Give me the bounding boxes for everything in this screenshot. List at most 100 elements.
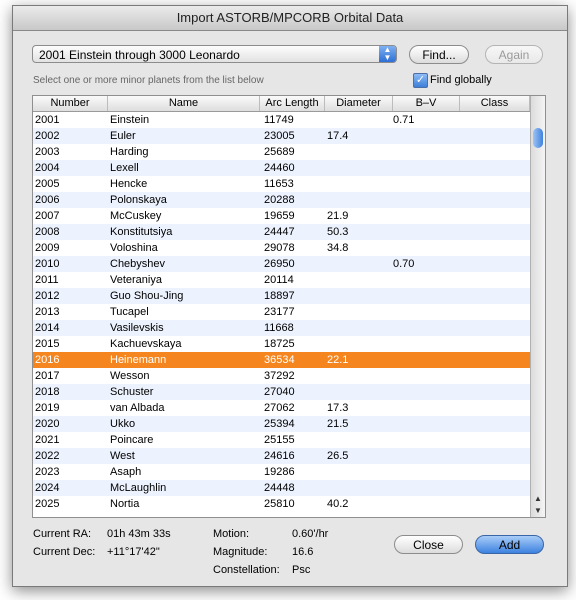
cell-arc-length: 25810: [264, 498, 295, 510]
table-row[interactable]: 2016 Heinemann 36534 22.1: [33, 352, 530, 368]
find-globally-checkbox[interactable]: ✓: [413, 73, 428, 88]
table-row[interactable]: 2017 Wesson 37292: [33, 368, 530, 384]
column-header-bv[interactable]: B–V: [393, 96, 460, 111]
cell-number: 2018: [35, 386, 60, 398]
cell-name: Lexell: [110, 162, 139, 174]
magnitude-label: Magnitude:: [213, 546, 268, 558]
constellation-label: Constellation:: [213, 564, 280, 576]
cell-number: 2025: [35, 498, 60, 510]
cell-arc-length: 23177: [264, 306, 295, 318]
table-row[interactable]: 2007 McCuskey 19659 21.9: [33, 208, 530, 224]
ra-value: 01h 43m 33s: [107, 528, 171, 540]
cell-number: 2004: [35, 162, 60, 174]
cell-number: 2016: [35, 354, 60, 366]
cell-arc-length: 18725: [264, 338, 295, 350]
cell-arc-length: 19286: [264, 466, 295, 478]
cell-name: Asaph: [110, 466, 142, 478]
cell-arc-length: 20114: [264, 274, 294, 286]
cell-diameter: 21.5: [327, 418, 349, 430]
table-row[interactable]: 2006 Polonskaya 20288: [33, 192, 530, 208]
column-header-diameter[interactable]: Diameter: [325, 96, 393, 111]
cell-arc-length: 24447: [264, 226, 295, 238]
table-row[interactable]: 2023 Asaph 19286: [33, 464, 530, 480]
cell-diameter: 17.3: [327, 402, 349, 414]
popup-arrows-icon: ▲ ▼: [379, 46, 396, 62]
table-row[interactable]: 2001 Einstein 11749 0.71: [33, 112, 530, 128]
table-row[interactable]: 2019 van Albada 27062 17.3: [33, 400, 530, 416]
column-header-class[interactable]: Class: [460, 96, 530, 111]
table-row[interactable]: 2002 Euler 23005 17.4: [33, 128, 530, 144]
constellation-value: Psc: [292, 564, 311, 576]
ra-label: Current RA:: [33, 528, 92, 540]
cell-number: 2014: [35, 322, 60, 334]
cell-diameter: 17.4: [327, 130, 349, 142]
table-row[interactable]: 2025 Nortia 25810 40.2: [33, 496, 530, 512]
cell-name: Einstein: [110, 114, 150, 126]
cell-number: 2024: [35, 482, 60, 494]
minor-planet-table[interactable]: Number Name Arc Length Diameter B–V Clas…: [32, 95, 546, 518]
cell-number: 2002: [35, 130, 60, 142]
cell-number: 2008: [35, 226, 60, 238]
column-header-name[interactable]: Name: [108, 96, 260, 111]
find-globally-label[interactable]: Find globally: [430, 74, 492, 86]
cell-bv: 0.71: [393, 114, 415, 126]
range-popup-value: 2001 Einstein through 3000 Leonardo: [39, 48, 240, 62]
cell-arc-length: 36534: [264, 354, 295, 366]
cell-name: van Albada: [110, 402, 165, 414]
table-row[interactable]: 2004 Lexell 24460: [33, 160, 530, 176]
add-button[interactable]: Add: [475, 535, 544, 554]
scroll-down-arrow-icon[interactable]: ▼: [531, 505, 545, 517]
table-row[interactable]: 2013 Tucapel 23177: [33, 304, 530, 320]
scroll-up-arrow-icon[interactable]: ▲: [531, 493, 545, 505]
cell-name: Hencke: [110, 178, 148, 190]
cell-number: 2021: [35, 434, 60, 446]
table-row[interactable]: 2009 Voloshina 29078 34.8: [33, 240, 530, 256]
cell-name: Vasilevskis: [110, 322, 164, 334]
checkmark-icon: ✓: [415, 74, 426, 86]
cell-arc-length: 11668: [264, 322, 294, 334]
cell-name: Heinemann: [110, 354, 167, 366]
cell-arc-length: 18897: [264, 290, 295, 302]
table-row[interactable]: 2021 Poincare 25155: [33, 432, 530, 448]
table-row[interactable]: 2022 West 24616 26.5: [33, 448, 530, 464]
cell-diameter: 34.8: [327, 242, 349, 254]
find-button[interactable]: Find...: [409, 45, 469, 64]
cell-name: Ukko: [110, 418, 136, 430]
table-row[interactable]: 2018 Schuster 27040: [33, 384, 530, 400]
table-row[interactable]: 2012 Guo Shou-Jing 18897: [33, 288, 530, 304]
scroll-thumb[interactable]: [533, 128, 543, 148]
table-row[interactable]: 2011 Veteraniya 20114: [33, 272, 530, 288]
range-popup[interactable]: 2001 Einstein through 3000 Leonardo ▲ ▼: [32, 45, 397, 63]
table-row[interactable]: 2015 Kachuevskaya 18725: [33, 336, 530, 352]
cell-arc-length: 27040: [264, 386, 295, 398]
close-button[interactable]: Close: [394, 535, 463, 554]
cell-name: McLaughlin: [110, 482, 167, 494]
table-row[interactable]: 2024 McLaughlin 24448: [33, 480, 530, 496]
magnitude-value: 16.6: [292, 546, 314, 558]
vertical-scrollbar[interactable]: ▲ ▼: [530, 96, 545, 517]
column-header-number[interactable]: Number: [33, 96, 108, 111]
cell-arc-length: 11653: [264, 178, 294, 190]
cell-arc-length: 24616: [264, 450, 295, 462]
import-dialog: Import ASTORB/MPCORB Orbital Data 2001 E…: [12, 5, 568, 587]
cell-name: Konstitutsiya: [110, 226, 173, 238]
dec-label: Current Dec:: [33, 546, 96, 558]
cell-name: Polonskaya: [110, 194, 167, 206]
list-hint: Select one or more minor planets from th…: [33, 75, 264, 86]
cell-arc-length: 29078: [264, 242, 295, 254]
table-row[interactable]: 2005 Hencke 11653: [33, 176, 530, 192]
again-button[interactable]: Again: [485, 45, 543, 64]
column-header-arc-length[interactable]: Arc Length: [260, 96, 325, 111]
cell-arc-length: 11749: [264, 114, 294, 126]
cell-name: Euler: [110, 130, 136, 142]
table-row[interactable]: 2003 Harding 25689: [33, 144, 530, 160]
cell-arc-length: 23005: [264, 130, 295, 142]
window-title: Import ASTORB/MPCORB Orbital Data: [13, 6, 567, 31]
table-row[interactable]: 2010 Chebyshev 26950 0.70: [33, 256, 530, 272]
cell-arc-length: 25155: [264, 434, 295, 446]
cell-name: Veteraniya: [110, 274, 162, 286]
table-row[interactable]: 2014 Vasilevskis 11668: [33, 320, 530, 336]
table-row[interactable]: 2020 Ukko 25394 21.5: [33, 416, 530, 432]
cell-name: Chebyshev: [110, 258, 166, 270]
table-row[interactable]: 2008 Konstitutsiya 24447 50.3: [33, 224, 530, 240]
